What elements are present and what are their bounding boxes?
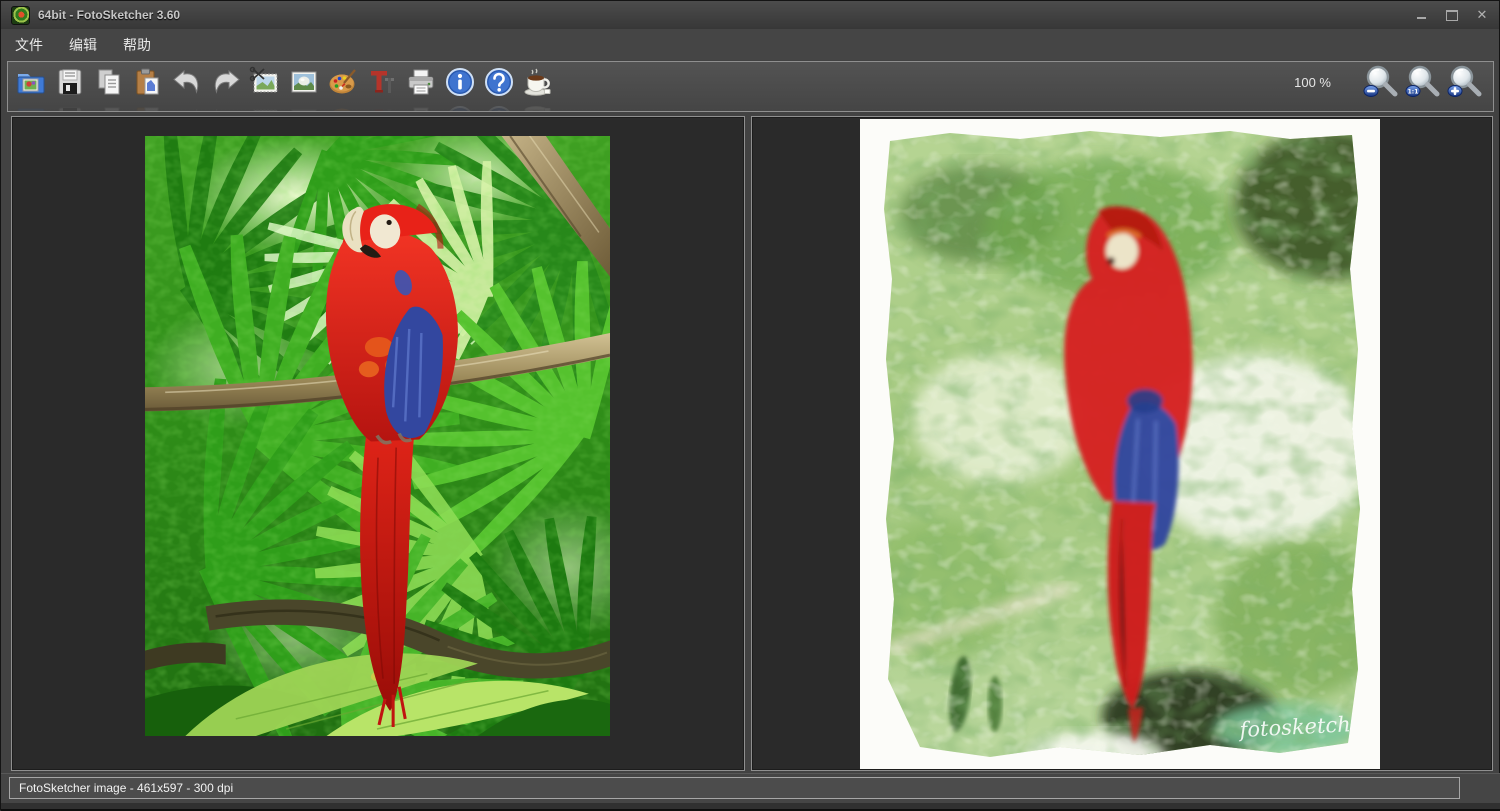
open-image-button[interactable] bbox=[14, 65, 48, 101]
zoom-actual-size-magnifier-icon: 1:1 bbox=[1405, 65, 1440, 97]
coffee-donate-icon bbox=[524, 68, 551, 96]
painting-paper: fotosketcher bbox=[860, 119, 1380, 769]
painted-photo-scarlet-macaw: fotosketcher bbox=[860, 119, 1380, 769]
zoom-out-button[interactable] bbox=[1361, 65, 1403, 105]
coffee-donate-button[interactable] bbox=[521, 65, 555, 101]
copy-button[interactable] bbox=[92, 65, 126, 101]
info-button[interactable] bbox=[443, 65, 477, 101]
print-button[interactable] bbox=[404, 65, 438, 101]
menu-help[interactable]: 帮助 bbox=[123, 35, 151, 55]
add-text-icon bbox=[371, 71, 394, 93]
save-image-button[interactable] bbox=[53, 65, 87, 101]
zoom-actual-size-button[interactable]: 1:1 bbox=[1403, 65, 1445, 105]
add-text-button[interactable] bbox=[365, 65, 399, 101]
maximize-button-icon[interactable] bbox=[1445, 9, 1459, 21]
help-button[interactable] bbox=[482, 65, 516, 101]
zoom-in-button[interactable] bbox=[1445, 65, 1487, 105]
paste-icon bbox=[136, 68, 159, 95]
drawing-parameters-button[interactable] bbox=[326, 65, 360, 101]
paste-button[interactable] bbox=[131, 65, 165, 101]
zoom-in-magnifier-icon bbox=[1447, 65, 1482, 97]
original-photo-scarlet-macaw bbox=[145, 136, 610, 736]
toolbar: 100 % 1:1 bbox=[7, 61, 1494, 112]
app-logo-icon bbox=[11, 5, 30, 25]
redo-button[interactable] bbox=[209, 65, 243, 101]
window-controls: ✕ bbox=[1415, 8, 1489, 21]
print-icon bbox=[408, 69, 434, 95]
undo-button[interactable] bbox=[170, 65, 204, 101]
help-icon bbox=[485, 68, 513, 96]
crop-image-icon bbox=[249, 66, 278, 93]
status-message: FotoSketcher image - 461x597 - 300 dpi bbox=[9, 777, 1460, 799]
title-bar: 64bit - FotoSketcher 3.60 ✕ bbox=[1, 1, 1499, 29]
copy-icon bbox=[98, 69, 120, 95]
undo-icon bbox=[173, 69, 199, 94]
status-bar: FotoSketcher image - 461x597 - 300 dpi bbox=[1, 773, 1500, 804]
open-image-icon bbox=[17, 74, 45, 94]
minimize-button-icon[interactable] bbox=[1415, 9, 1429, 21]
original-image-pane[interactable] bbox=[11, 116, 745, 771]
zoom-out-magnifier-icon bbox=[1363, 65, 1398, 97]
menu-bar: 文件 编辑 帮助 bbox=[1, 29, 1499, 60]
window-title: 64bit - FotoSketcher 3.60 bbox=[38, 8, 181, 22]
modify-image-icon bbox=[291, 71, 317, 93]
close-button-icon[interactable]: ✕ bbox=[1475, 8, 1489, 21]
drawing-parameters-palette-icon bbox=[329, 69, 356, 94]
painted-image-pane[interactable]: fotosketcher bbox=[751, 116, 1493, 771]
app-window: 64bit - FotoSketcher 3.60 ✕ 文件 编辑 帮助 100… bbox=[0, 0, 1500, 811]
crop-image-button[interactable] bbox=[248, 65, 282, 101]
save-image-icon bbox=[58, 69, 82, 95]
menu-edit[interactable]: 编辑 bbox=[69, 35, 97, 55]
zoom-level-label: 100 % bbox=[1294, 75, 1331, 90]
svg-text:1:1: 1:1 bbox=[1408, 88, 1419, 95]
menu-file[interactable]: 文件 bbox=[15, 35, 43, 55]
info-icon bbox=[446, 68, 474, 96]
redo-icon bbox=[214, 69, 240, 94]
modify-image-button[interactable] bbox=[287, 65, 321, 101]
